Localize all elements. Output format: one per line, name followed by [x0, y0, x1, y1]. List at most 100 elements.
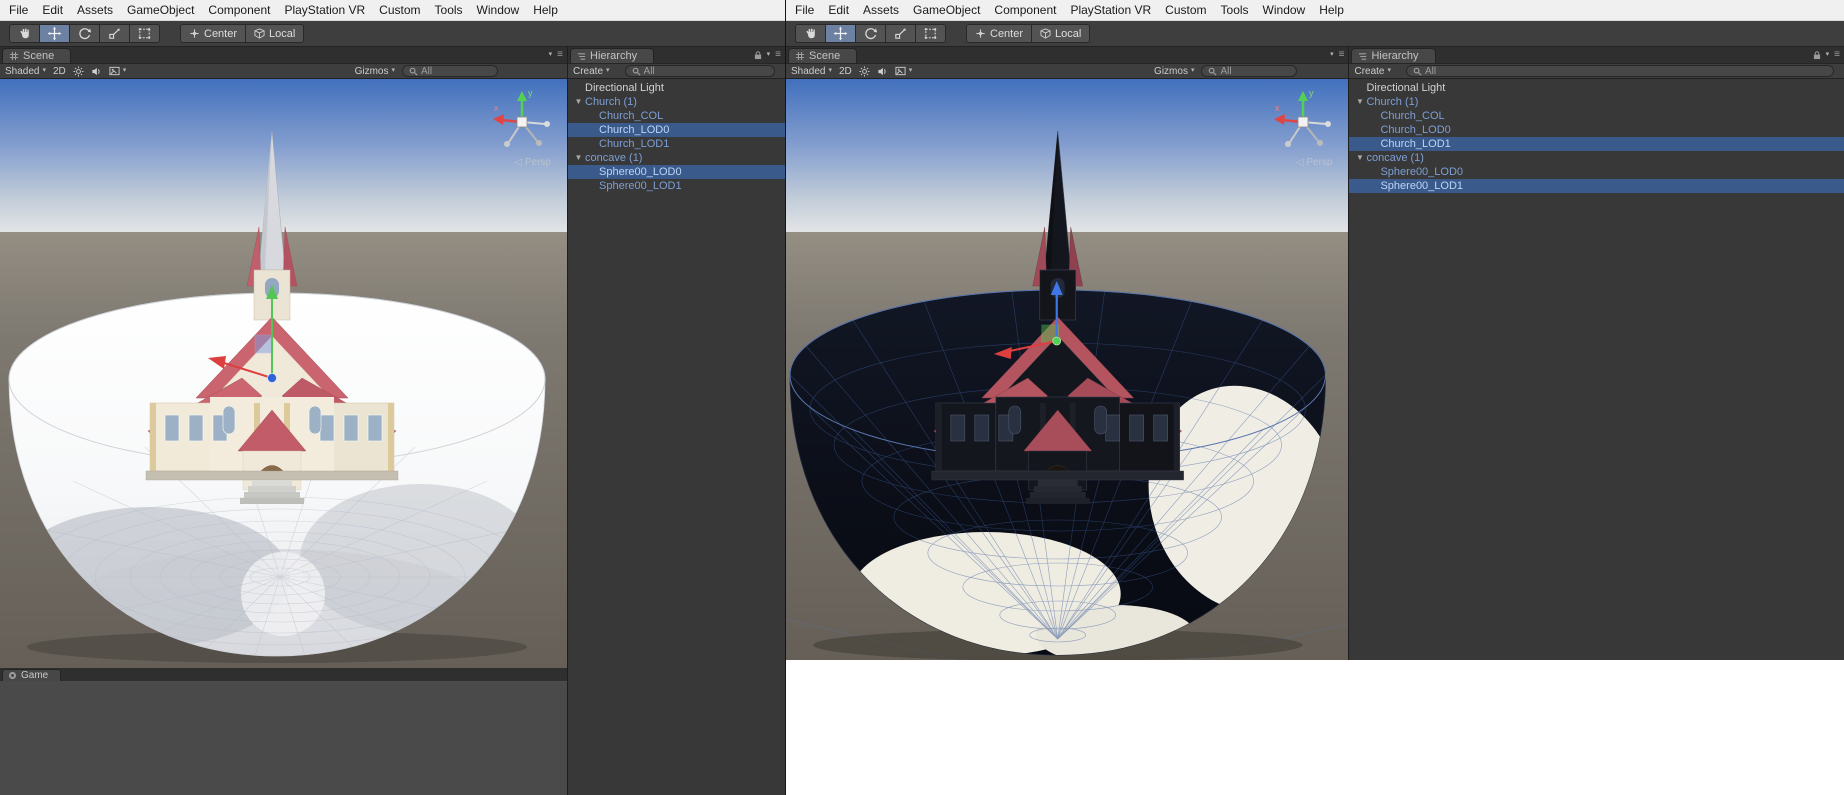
panel-dropdown-icon[interactable]: ▾	[1330, 51, 1334, 59]
rotate-tool-button[interactable]	[855, 24, 886, 43]
hierarchy-tabbar: Hierarchy ▾ ≡	[568, 47, 785, 64]
menu-window[interactable]: Window	[1256, 0, 1313, 20]
hierarchy-row-concave-1-[interactable]: ▼ concave (1)	[568, 151, 785, 165]
gizmos-dropdown[interactable]: Gizmos ▾	[355, 66, 395, 77]
tab-scene[interactable]: Scene	[2, 48, 72, 63]
hierarchy-row-directional-light[interactable]: Directional Light	[568, 81, 785, 95]
pan-tool-button[interactable]	[795, 24, 826, 43]
menu-playstation-vr[interactable]: PlayStation VR	[1063, 0, 1158, 20]
hierarchy-search-field[interactable]: All	[624, 65, 775, 77]
tab-hierarchy[interactable]: Hierarchy	[1351, 48, 1436, 63]
menu-custom[interactable]: Custom	[1158, 0, 1213, 20]
move-tool-button[interactable]	[825, 24, 856, 43]
menu-tools[interactable]: Tools	[428, 0, 470, 20]
move-tool-button[interactable]	[39, 24, 70, 43]
panel-menu-icon[interactable]: ≡	[557, 50, 563, 60]
foldout-arrow[interactable]: ▼	[572, 151, 585, 165]
create-button[interactable]: Create ▾	[1354, 66, 1391, 77]
hierarchy-row-sphere00-lod1[interactable]: Sphere00_LOD1	[1349, 179, 1844, 193]
hierarchy-row-church-lod0[interactable]: Church_LOD0	[1349, 123, 1844, 137]
menu-help[interactable]: Help	[1312, 0, 1351, 20]
foldout-arrow[interactable]: ▼	[1353, 95, 1366, 109]
hierarchy-row-concave-1-[interactable]: ▼ concave (1)	[1349, 151, 1844, 165]
panel-menu-icon[interactable]: ≡	[1834, 50, 1840, 60]
main-toolbar: Center Local	[786, 21, 1844, 47]
tab-game[interactable]: Game	[2, 669, 62, 681]
scene-search-field[interactable]: All	[402, 65, 498, 77]
menu-custom[interactable]: Custom	[372, 0, 427, 20]
menu-tools[interactable]: Tools	[1214, 0, 1256, 20]
menu-edit[interactable]: Edit	[35, 0, 70, 20]
projection-mode-label[interactable]: ◁ Persp	[514, 157, 551, 168]
create-button[interactable]: Create ▾	[573, 66, 610, 77]
chevron-down-icon: ▾	[828, 67, 832, 74]
gizmos-label: Gizmos	[1154, 65, 1188, 77]
shading-mode-dropdown[interactable]: Shaded ▾	[791, 66, 832, 77]
scene-audio-icon[interactable]	[877, 66, 888, 77]
pan-tool-button[interactable]	[9, 24, 40, 43]
shading-mode-dropdown[interactable]: Shaded ▾	[5, 66, 46, 77]
scene-search-field[interactable]: All	[1201, 65, 1298, 77]
scale-tool-button[interactable]	[885, 24, 916, 43]
hierarchy-row-sphere00-lod0[interactable]: Sphere00_LOD0	[1349, 165, 1844, 179]
scene-audio-icon[interactable]	[91, 66, 102, 77]
hierarchy-row-church-col[interactable]: Church_COL	[1349, 109, 1844, 123]
menu-playstation-vr[interactable]: PlayStation VR	[277, 0, 372, 20]
toggle-2d[interactable]: 2D	[839, 66, 852, 77]
pivot-center-button[interactable]: Center	[966, 24, 1033, 43]
panel-dropdown-icon[interactable]: ▾	[549, 51, 553, 59]
panel-dropdown-icon[interactable]: ▾	[1826, 51, 1830, 59]
lock-icon[interactable]	[1813, 50, 1821, 60]
foldout-arrow[interactable]: ▼	[572, 95, 585, 109]
gizmos-dropdown[interactable]: Gizmos ▾	[1154, 66, 1194, 77]
menu-edit[interactable]: Edit	[821, 0, 856, 20]
shading-mode-label: Shaded	[791, 65, 826, 77]
tab-scene[interactable]: Scene	[788, 48, 858, 63]
rotate-tool-button[interactable]	[69, 24, 100, 43]
rect-tool-button[interactable]	[915, 24, 946, 43]
menu-component[interactable]: Component	[987, 0, 1063, 20]
hierarchy-row-church-lod1[interactable]: Church_LOD1	[1349, 137, 1844, 151]
hierarchy-row-directional-light[interactable]: Directional Light	[1349, 81, 1844, 95]
hierarchy-search-field[interactable]: All	[1406, 65, 1834, 77]
hierarchy-item-label: concave (1)	[1366, 152, 1424, 164]
tab-hierarchy[interactable]: Hierarchy	[570, 48, 655, 63]
projection-mode-label[interactable]: ◁ Persp	[1296, 157, 1333, 168]
pivot-local-button[interactable]: Local	[245, 24, 305, 43]
hierarchy-row-sphere00-lod1[interactable]: Sphere00_LOD1	[568, 179, 785, 193]
menu-file[interactable]: File	[788, 0, 821, 20]
scene-viewport[interactable]: y x ◁ Persp	[786, 79, 1349, 660]
scene-effects-dropdown[interactable]: ▾	[109, 66, 126, 76]
scene-viewport[interactable]: y x ◁ Persp	[0, 79, 567, 668]
hierarchy-row-church-lod1[interactable]: Church_LOD1	[568, 137, 785, 151]
menu-component[interactable]: Component	[201, 0, 277, 20]
orientation-gizmo[interactable]: y x	[1268, 87, 1338, 157]
scene-tab-label: Scene	[23, 50, 55, 62]
panel-menu-icon[interactable]: ≡	[775, 50, 781, 60]
hierarchy-row-sphere00-lod0[interactable]: Sphere00_LOD0	[568, 165, 785, 179]
menu-help[interactable]: Help	[526, 0, 565, 20]
toggle-2d[interactable]: 2D	[53, 66, 66, 77]
pivot-center-button[interactable]: Center	[180, 24, 247, 43]
menu-file[interactable]: File	[2, 0, 35, 20]
scene-effects-dropdown[interactable]: ▾	[895, 66, 912, 76]
scale-tool-button[interactable]	[99, 24, 130, 43]
hierarchy-row-church-col[interactable]: Church_COL	[568, 109, 785, 123]
menu-gameobject[interactable]: GameObject	[120, 0, 201, 20]
hierarchy-row-church-1-[interactable]: ▼ Church (1)	[1349, 95, 1844, 109]
lock-icon[interactable]	[754, 50, 762, 60]
panel-dropdown-icon[interactable]: ▾	[767, 51, 771, 59]
menu-assets[interactable]: Assets	[856, 0, 906, 20]
scene-lighting-icon[interactable]	[73, 65, 84, 77]
foldout-arrow[interactable]: ▼	[1353, 151, 1366, 165]
menu-assets[interactable]: Assets	[70, 0, 120, 20]
pivot-local-button[interactable]: Local	[1031, 24, 1091, 43]
orientation-gizmo[interactable]: y x	[487, 87, 557, 157]
menu-gameobject[interactable]: GameObject	[906, 0, 987, 20]
rect-tool-button[interactable]	[129, 24, 160, 43]
hierarchy-row-church-lod0[interactable]: Church_LOD0	[568, 123, 785, 137]
hierarchy-row-church-1-[interactable]: ▼ Church (1)	[568, 95, 785, 109]
panel-menu-icon[interactable]: ≡	[1339, 50, 1345, 60]
scene-lighting-icon[interactable]	[859, 65, 870, 77]
menu-window[interactable]: Window	[470, 0, 527, 20]
